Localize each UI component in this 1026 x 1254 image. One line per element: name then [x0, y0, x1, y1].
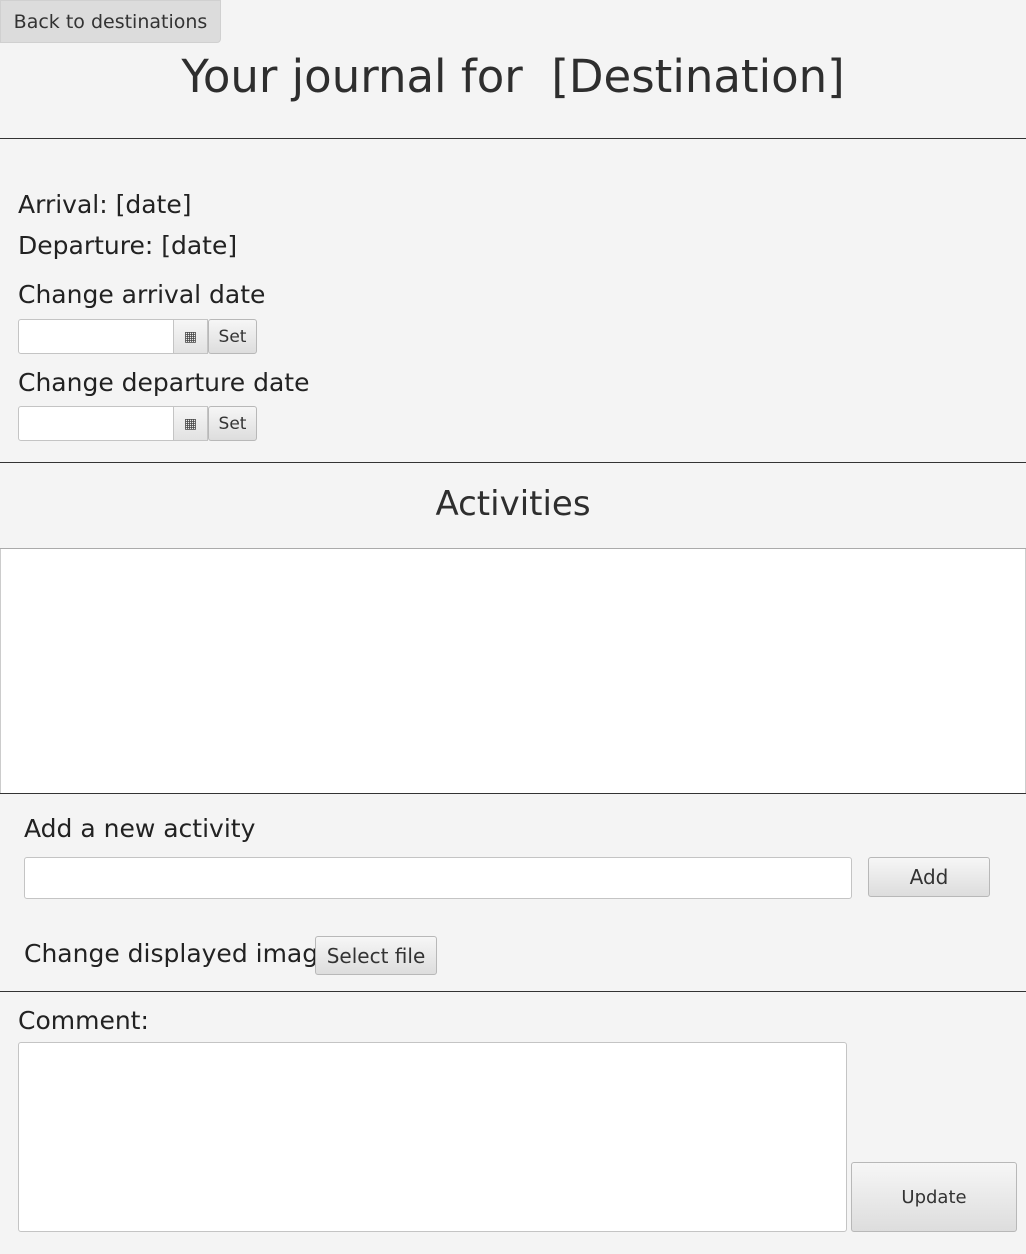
divider	[0, 138, 1026, 139]
departure-date: [date]	[161, 231, 238, 260]
page-title: Your journal for [Destination]	[0, 50, 1026, 103]
destination-name: [Destination]	[551, 50, 845, 103]
arrival-date: [date]	[115, 190, 192, 219]
departure-calendar-button[interactable]: ▦	[173, 406, 208, 441]
departure-date-input[interactable]	[18, 406, 174, 441]
update-button[interactable]: Update	[851, 1162, 1017, 1232]
arrival-row: Arrival: [date]	[18, 190, 192, 219]
back-to-destinations-button[interactable]: Back to destinations	[0, 0, 221, 43]
select-file-button[interactable]: Select file	[315, 936, 437, 975]
add-activity-button[interactable]: Add	[868, 857, 990, 897]
calendar-icon: ▦	[183, 415, 198, 432]
change-image-label: Change displayed image	[24, 939, 334, 968]
change-arrival-label: Change arrival date	[18, 280, 266, 309]
arrival-label: Arrival:	[18, 190, 108, 219]
comment-textarea[interactable]	[18, 1042, 847, 1232]
activities-heading: Activities	[435, 484, 591, 524]
divider	[0, 793, 1026, 794]
arrival-date-input[interactable]	[18, 319, 174, 354]
divider	[0, 462, 1026, 463]
new-activity-input[interactable]	[24, 857, 852, 899]
change-departure-label: Change departure date	[18, 368, 310, 397]
page-title-prefix: Your journal for	[181, 50, 523, 103]
departure-row: Departure: [date]	[18, 231, 237, 260]
set-departure-button[interactable]: Set	[208, 406, 257, 441]
departure-label: Departure:	[18, 231, 154, 260]
set-arrival-button[interactable]: Set	[208, 319, 257, 354]
add-activity-label: Add a new activity	[24, 814, 256, 843]
activities-list[interactable]	[0, 549, 1026, 793]
arrival-calendar-button[interactable]: ▦	[173, 319, 208, 354]
calendar-icon: ▦	[183, 328, 198, 345]
divider	[0, 991, 1026, 992]
comment-label: Comment:	[18, 1006, 149, 1035]
